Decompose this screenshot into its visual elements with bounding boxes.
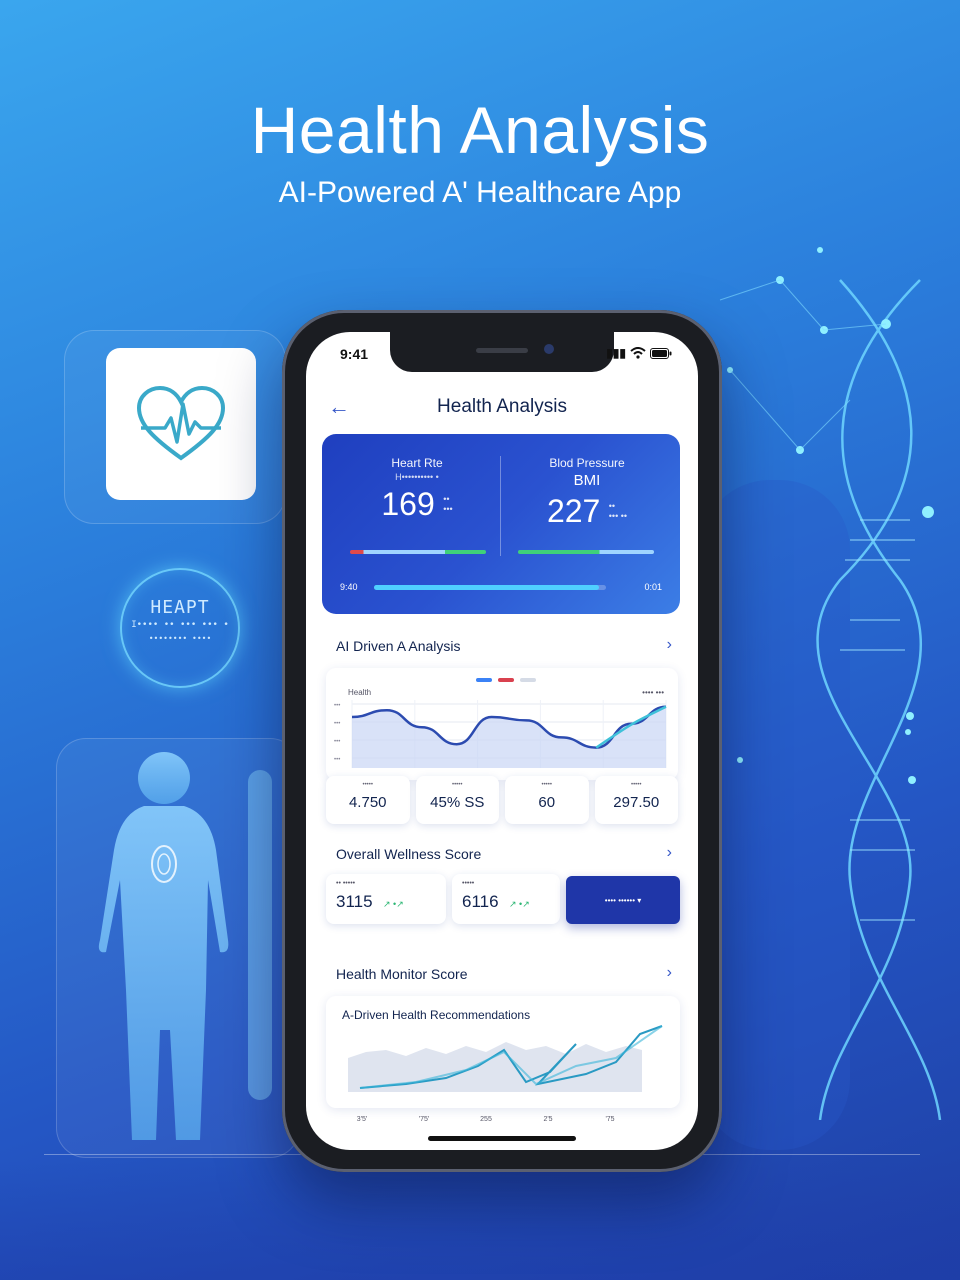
vital-value: 227	[546, 493, 601, 529]
vital-unit-bottom: ••• ••	[608, 511, 628, 521]
x-tick: '75'	[418, 1116, 430, 1123]
vital-blood-pressure: Blod Pressure BMI 227 •• ••• ••	[512, 456, 662, 530]
heart-rate-bar	[350, 550, 486, 554]
vital-sublabel: BMI	[573, 472, 601, 489]
analysis-chart-card[interactable]: Health •••• ••• ••• ••• ••• •••	[326, 668, 678, 780]
status-icons: ▮▮▮	[606, 346, 672, 360]
x-tick: 255	[480, 1116, 492, 1123]
stat-value: 60	[538, 794, 556, 811]
signal-icon: ▮▮▮	[606, 346, 626, 360]
chevron-right-icon[interactable]: ›	[667, 636, 672, 654]
vital-unit-top: ••	[608, 501, 616, 511]
recommendations-chart	[348, 1025, 663, 1092]
progress-right-label: 0:01	[644, 582, 662, 592]
wellness-value: 3115	[336, 892, 373, 911]
series-area	[352, 706, 666, 768]
phone-frame: 9:41 ▮▮▮ ← Health Analysis Heart Rte H••…	[282, 310, 722, 1172]
vital-unit-top: ••	[443, 494, 450, 504]
bottom-glow	[0, 1160, 960, 1280]
heart-ring-line2: I•••• •• ••• ••• •	[131, 620, 229, 630]
stat-value: 4.750	[348, 794, 387, 811]
progress-track[interactable]	[374, 585, 606, 590]
phone-screen: 9:41 ▮▮▮ ← Health Analysis Heart Rte H••…	[306, 332, 698, 1150]
progress-fill	[374, 585, 600, 590]
vital-unit: •• •••	[443, 494, 452, 514]
battery-icon	[650, 347, 672, 359]
heart-ring-line3: •••••••• ••••	[148, 634, 212, 643]
monitor-heading: Health Monitor Score	[336, 966, 468, 982]
camera-icon	[544, 344, 554, 354]
wellness-value: 6116	[462, 892, 499, 911]
stat-label: •••••	[630, 782, 642, 788]
trend-up-icon: ↗ •↗	[509, 899, 530, 909]
y-tick-label: •••	[334, 721, 340, 727]
vital-heart-rate: Heart Rte H•••••••••• • 169 •• •••	[342, 456, 492, 523]
y-tick-label: •••	[334, 739, 340, 745]
vital-label: Blod Pressure	[549, 456, 625, 470]
stat-card[interactable]: ••••• 297.50	[594, 776, 678, 824]
wellness-row: •• ••••• 3115 ↗ •↗ ••••• 6116 ↗ •↗ •••• …	[326, 874, 680, 926]
stat-value: 45% SS	[430, 794, 485, 811]
vital-label: Heart Rte	[391, 456, 443, 470]
heart-ring-widget: HEAPT I•••• •• ••• ••• • •••••••• ••••	[110, 550, 250, 700]
vital-divider	[500, 456, 501, 556]
speaker	[476, 348, 528, 353]
stat-card[interactable]: ••••• 60	[505, 776, 589, 824]
wellness-heading: Overall Wellness Score	[336, 846, 482, 862]
analysis-header[interactable]: AI Driven A Analysis ›	[336, 636, 672, 654]
vital-unit: •• ••• ••	[609, 501, 627, 521]
x-tick: 3'5'	[356, 1116, 368, 1123]
trend-up-icon: ↗ •↗	[383, 899, 404, 909]
hero-title: Health Analysis	[250, 93, 710, 167]
wellness-label: •••••	[462, 880, 475, 887]
recommendations-card[interactable]: A-Driven Health Recommendations	[326, 996, 680, 1108]
stat-row: ••••• 4.750 ••••• 45% SS ••••• 60 ••••• 297.…	[326, 776, 678, 824]
screen-title: Health Analysis	[437, 396, 567, 417]
blood-pressure-bar	[518, 550, 654, 554]
chevron-right-icon[interactable]: ›	[667, 844, 672, 862]
progress-row: 9:40 0:01	[340, 580, 662, 596]
chevron-right-icon[interactable]: ›	[667, 964, 672, 982]
home-indicator[interactable]	[428, 1136, 576, 1141]
stat-card[interactable]: ••••• 4.750	[326, 776, 410, 824]
status-time: 9:41	[340, 346, 369, 362]
stat-card[interactable]: ••••• 45% SS	[415, 776, 499, 824]
wellness-dropdown-button[interactable]: •••• •••••• ▾	[566, 876, 680, 924]
heart-pulse-icon	[136, 385, 226, 461]
vitals-card[interactable]: Heart Rte H•••••••••• • 169 •• ••• Blod P…	[322, 434, 680, 614]
stat-label: •••••	[541, 782, 552, 788]
phone-notch	[390, 332, 614, 372]
wellness-score-box[interactable]: •• ••••• 3115 ↗ •↗	[326, 874, 446, 924]
wellness-header[interactable]: Overall Wellness Score ›	[336, 844, 672, 862]
app-icon[interactable]	[106, 348, 256, 500]
heart-ring-title: HEAPT	[150, 597, 210, 618]
nav-bar: ← Health Analysis	[306, 392, 698, 422]
wifi-icon	[630, 347, 646, 359]
vital-sublabel: H•••••••••• •	[395, 472, 439, 482]
stat-value: 297.50	[613, 794, 660, 811]
wellness-label: •• •••••	[336, 880, 356, 887]
y-tick-label: •••	[334, 757, 340, 763]
vital-unit-bottom: •••	[443, 504, 453, 514]
x-tick: '75	[605, 1116, 615, 1123]
y-tick-label: •••	[334, 703, 340, 709]
wellness-score-box[interactable]: ••••• 6116 ↗ •↗	[452, 874, 560, 924]
x-tick: 2'5	[543, 1116, 553, 1123]
analysis-heading: AI Driven A Analysis	[336, 638, 461, 654]
vital-value: 169	[381, 486, 435, 522]
human-body-icon	[98, 752, 272, 1140]
monitor-header[interactable]: Health Monitor Score ›	[336, 964, 672, 982]
stat-label: •••••	[451, 782, 463, 788]
dna-helix-icon	[719, 247, 942, 1120]
stat-label: •••••	[362, 782, 373, 788]
hero-subtitle: AI-Powered A' Healthcare App	[278, 176, 682, 209]
x-axis-ticks: 3'5' '75' 255 2'5 '75	[342, 1116, 642, 1136]
analysis-line-chart: ••• ••• ••• •••	[334, 700, 667, 768]
progress-left-label: 9:40	[340, 582, 358, 592]
